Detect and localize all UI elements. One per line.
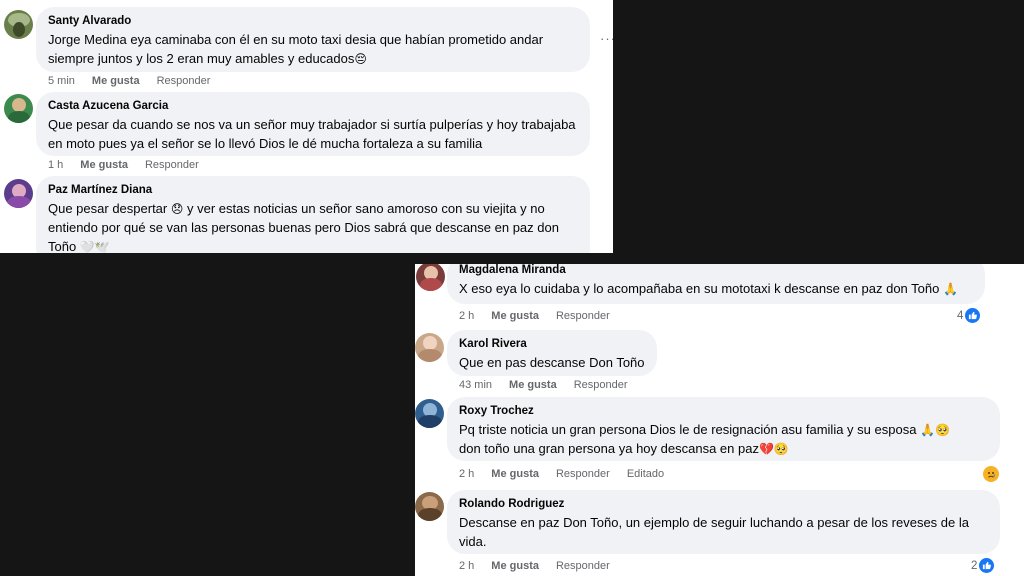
like-button[interactable]: Me gusta [509,379,557,391]
praying-hands-emoji-icon: 🙏 [942,282,958,296]
reaction-summary[interactable]: 4 [957,308,981,323]
white-heart-dove-emoji-icon: 🤍🕊️ [79,240,110,253]
avatar[interactable] [415,333,444,362]
comment-time[interactable]: 5 min [48,75,75,87]
avatar[interactable] [4,94,33,123]
comment-bubble: Paz Martínez Diana Que pesar despertar 😞… [36,176,590,253]
comment-actions: 2 h Me gusta Responder [459,310,627,322]
comment-actions: 2 h Me gusta Responder Editado [459,468,681,480]
reply-button[interactable]: Responder [556,468,610,480]
comment-time[interactable]: 2 h [459,310,474,322]
comment-bubble: Karol Rivera Que en pas descanse Don Toñ… [447,330,657,376]
comment-author[interactable]: Casta Azucena Garcia [48,99,578,114]
avatar[interactable] [4,179,33,208]
disappointed-face-emoji-icon: 😞 [170,202,184,216]
like-button[interactable]: Me gusta [92,75,140,87]
more-options-icon[interactable]: ··· [600,31,613,46]
comment-time[interactable]: 2 h [459,560,474,572]
comment-author[interactable]: Rolando Rodriguez [459,497,988,512]
like-button[interactable]: Me gusta [491,560,539,572]
comment-text: Descanse en paz Don Toño, un ejemplo de … [459,515,969,549]
comment-bubble: Santy Alvarado Jorge Medina eya caminaba… [36,7,590,72]
pensive-face-emoji-icon: 😔 [354,52,367,66]
thumbs-up-icon [965,308,981,323]
comments-panel-top: Santy Alvarado Jorge Medina eya caminaba… [0,0,613,253]
reaction-summary[interactable]: 2 [971,558,995,573]
comment-actions: 1 h Me gusta Responder [48,159,216,171]
broken-heart-pleading-emoji-icon: 💔🥺 [758,442,789,456]
reply-button[interactable]: Responder [145,159,199,171]
avatar[interactable] [415,492,444,521]
thumbs-up-icon [979,558,995,573]
reply-button[interactable]: Responder [556,310,610,322]
sad-reaction-icon[interactable] [983,466,999,482]
comment-time[interactable]: 43 min [459,379,492,391]
comment-author[interactable]: Magdalena Miranda [459,264,973,278]
comment-actions: 2 h Me gusta Responder [459,560,627,572]
comment-text: Jorge Medina eya caminaba con él en su m… [48,32,544,66]
comment-text: Que pesar da cuando se nos va un señor m… [48,117,576,151]
comment-bubble: Magdalena Miranda X eso eya lo cuidaba y… [447,264,985,304]
avatar[interactable] [415,399,444,428]
reply-button[interactable]: Responder [157,75,211,87]
comment-text: Que en pas descanse Don Toño [459,355,645,370]
comment-bubble: Rolando Rodriguez Descanse en paz Don To… [447,490,1000,554]
comment-bubble: Casta Azucena Garcia Que pesar da cuando… [36,92,590,156]
comment-author[interactable]: Roxy Trochez [459,404,988,419]
comment-actions: 5 min Me gusta Responder [48,75,227,87]
like-button[interactable]: Me gusta [491,468,539,480]
comment-text: X eso eya lo cuidaba y lo acompañaba en … [459,281,958,296]
praying-pleading-emoji-icon: 🙏🥺 [920,423,950,437]
like-button[interactable]: Me gusta [491,310,539,322]
edited-label: Editado [626,468,665,480]
comment-time[interactable]: 2 h [459,468,474,480]
comment-author[interactable]: Karol Rivera [459,337,645,352]
comment-bubble: Roxy Trochez Pq triste noticia un gran p… [447,397,1000,461]
avatar[interactable] [4,10,33,39]
comment-author[interactable]: Paz Martínez Diana [48,183,578,198]
comment-text: Que pesar despertar 😞 y ver estas notici… [48,201,559,253]
reaction-count: 4 [957,309,964,322]
like-button[interactable]: Me gusta [80,159,128,171]
comment-text: Pq triste noticia un gran persona Dios l… [459,422,950,456]
avatar[interactable] [416,264,445,291]
comment-actions: 43 min Me gusta Responder [459,379,645,391]
comment-author[interactable]: Santy Alvarado [48,14,578,29]
reaction-count: 2 [971,559,978,572]
comments-panel-bottom: Magdalena Miranda X eso eya lo cuidaba y… [415,264,1024,576]
reply-button[interactable]: Responder [556,560,610,572]
reply-button[interactable]: Responder [574,379,628,391]
comment-time[interactable]: 1 h [48,159,63,171]
